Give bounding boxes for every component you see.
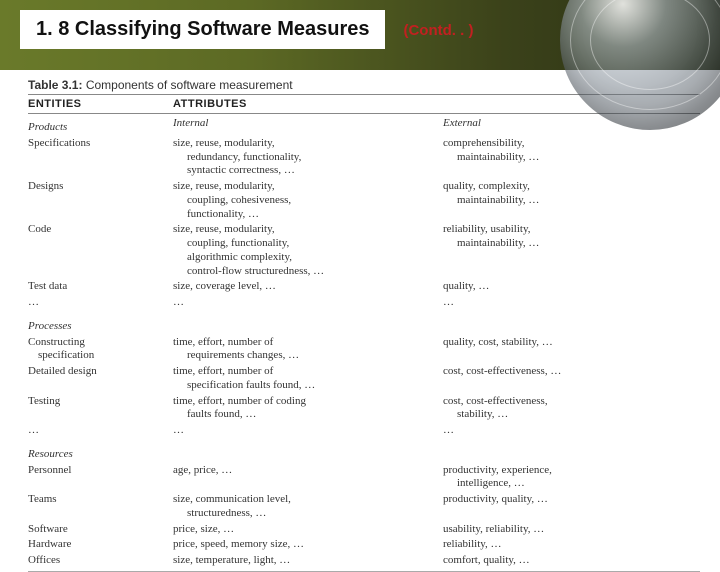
slide-header: 1. 8 Classifying Software Measures (Cont… — [0, 0, 720, 70]
internal-cell: size, communication level,structuredness… — [173, 493, 443, 521]
header-attributes: ATTRIBUTES — [173, 98, 443, 110]
table-row: … … … — [28, 423, 700, 439]
external-cell: quality, … — [443, 280, 700, 294]
internal-cell: size, temperature, light, … — [173, 554, 443, 568]
section-name: Products — [28, 121, 173, 135]
entity-cell: Specifications — [28, 137, 173, 178]
section-name: Processes — [28, 320, 173, 334]
slide-title: 1. 8 Classifying Software Measures — [20, 10, 385, 49]
external-cell: quality, cost, stability, … — [443, 336, 700, 364]
table-row: Constructingspecification time, effort, … — [28, 335, 700, 365]
entity-cell: Test data — [28, 280, 173, 294]
table-row: Personnel age, price, … productivity, ex… — [28, 463, 700, 493]
table-row: Code size, reuse, modularity,coupling, f… — [28, 222, 700, 279]
table-row: Detailed design time, effort, number ofs… — [28, 364, 700, 394]
slide-contd-label: (Contd. . ) — [403, 22, 473, 39]
external-cell: … — [443, 424, 700, 438]
col-internal-label: Internal — [173, 117, 443, 135]
table-row: Designs size, reuse, modularity,coupling… — [28, 179, 700, 222]
external-cell: productivity, experience,intelligence, … — [443, 464, 700, 492]
external-cell: quality, complexity,maintainability, … — [443, 180, 700, 221]
internal-cell: time, effort, number ofrequirements chan… — [173, 336, 443, 364]
section-row: Resources — [28, 443, 700, 463]
external-cell: cost, cost-effectiveness, … — [443, 365, 700, 393]
entity-cell: … — [28, 424, 173, 438]
table-row: … … … — [28, 295, 700, 311]
table-row: Testing time, effort, number of codingfa… — [28, 394, 700, 424]
external-cell: productivity, quality, … — [443, 493, 700, 521]
internal-cell: size, reuse, modularity,redundancy, func… — [173, 137, 443, 178]
table-row: Software price, size, … usability, relia… — [28, 522, 700, 538]
external-cell: … — [443, 296, 700, 310]
entity-cell: Constructingspecification — [28, 336, 173, 364]
external-cell: usability, reliability, … — [443, 523, 700, 537]
external-cell: comprehensibility,maintainability, … — [443, 137, 700, 178]
table-row: Specifications size, reuse, modularity,r… — [28, 136, 700, 179]
entity-cell: Hardware — [28, 538, 173, 552]
internal-cell: … — [173, 296, 443, 310]
internal-cell: size, coverage level, … — [173, 280, 443, 294]
external-cell: reliability, … — [443, 538, 700, 552]
internal-cell: size, reuse, modularity,coupling, cohesi… — [173, 180, 443, 221]
entity-cell: Code — [28, 223, 173, 278]
internal-cell: time, effort, number ofspecification fau… — [173, 365, 443, 393]
entity-cell: Designs — [28, 180, 173, 221]
entity-cell: Offices — [28, 554, 173, 568]
entity-cell: … — [28, 296, 173, 310]
entity-cell: Software — [28, 523, 173, 537]
section-row: Processes — [28, 315, 700, 335]
section-row: Products Internal External — [28, 116, 700, 136]
internal-cell: size, reuse, modularity,coupling, functi… — [173, 223, 443, 278]
section-name: Resources — [28, 448, 173, 462]
table-row: Test data size, coverage level, … qualit… — [28, 279, 700, 295]
header-entities: ENTITIES — [28, 98, 173, 110]
table-container: Table 3.1: Components of software measur… — [0, 70, 720, 572]
entity-cell: Testing — [28, 395, 173, 423]
caption-label: Table 3.1: — [28, 78, 82, 92]
entity-cell: Detailed design — [28, 365, 173, 393]
caption-text: Components of software measurement — [86, 78, 293, 92]
table-body: Products Internal External Specification… — [28, 116, 700, 572]
external-cell: cost, cost-effectiveness,stability, … — [443, 395, 700, 423]
table-row: Teams size, communication level,structur… — [28, 492, 700, 522]
external-cell: reliability, usability,maintainability, … — [443, 223, 700, 278]
table-row: Offices size, temperature, light, … comf… — [28, 553, 700, 569]
internal-cell: age, price, … — [173, 464, 443, 492]
internal-cell: … — [173, 424, 443, 438]
entity-cell: Teams — [28, 493, 173, 521]
external-cell: comfort, quality, … — [443, 554, 700, 568]
internal-cell: price, speed, memory size, … — [173, 538, 443, 552]
internal-cell: price, size, … — [173, 523, 443, 537]
entity-cell: Personnel — [28, 464, 173, 492]
internal-cell: time, effort, number of codingfaults fou… — [173, 395, 443, 423]
